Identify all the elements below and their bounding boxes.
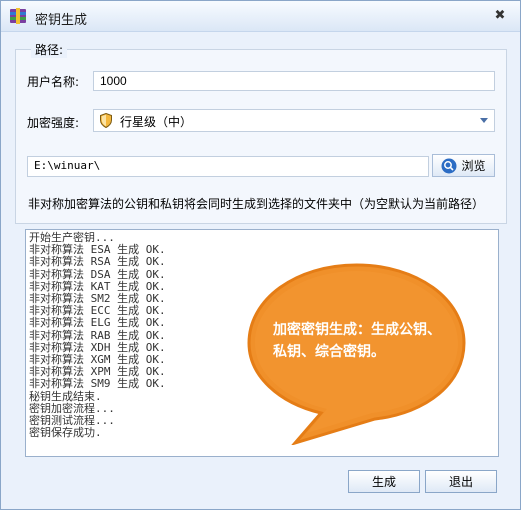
log-line: 非对称算法 RAB 生成 OK. <box>29 328 166 342</box>
path-hint-text: 非对称加密算法的公钥和私钥将会同时生成到选择的文件夹中（为空默认为当前路径） <box>28 197 485 211</box>
log-line: 密钥保存成功. <box>29 426 102 440</box>
log-line: 非对称算法 ELG 生成 OK. <box>29 316 166 330</box>
title-bar: 密钥生成 ✖ <box>1 1 520 32</box>
browse-button[interactable]: 浏览 <box>432 154 495 177</box>
shield-icon <box>100 113 112 128</box>
strength-selected-value: 行星级（中） <box>120 115 193 129</box>
callout-text: 加密密钥生成：生成公钥、私钥、综合密钥。 <box>273 322 441 360</box>
username-input[interactable]: 1000 <box>93 71 495 91</box>
log-line: 非对称算法 SM9 生成 OK. <box>29 377 166 391</box>
log-line: 非对称算法 RSA 生成 OK. <box>29 255 166 269</box>
generate-button[interactable]: 生成 <box>348 470 420 493</box>
log-line: 秘钥生成结束. <box>29 389 102 403</box>
search-icon <box>441 158 457 173</box>
winrar-app-icon <box>10 8 26 24</box>
close-button[interactable]: ✖ <box>492 7 508 23</box>
log-line: 非对称算法 DSA 生成 OK. <box>29 267 166 281</box>
path-group-legend: 路径: <box>31 41 68 58</box>
strength-select[interactable]: 行星级（中） <box>93 109 495 132</box>
username-label: 用户名称: <box>27 75 80 89</box>
window-title: 密钥生成 <box>35 13 88 28</box>
strength-label: 加密强度: <box>27 116 80 130</box>
browse-label: 浏览 <box>461 159 486 173</box>
close-icon: ✖ <box>494 7 506 23</box>
path-input[interactable]: E:\winuar\ <box>27 156 429 177</box>
key-generation-window: 密钥生成 ✖ 路径: 用户名称: 1000 加密强度: 行星级（中） E:\wi… <box>0 0 521 510</box>
exit-button[interactable]: 退出 <box>425 470 497 493</box>
chevron-down-icon[interactable] <box>480 118 488 123</box>
